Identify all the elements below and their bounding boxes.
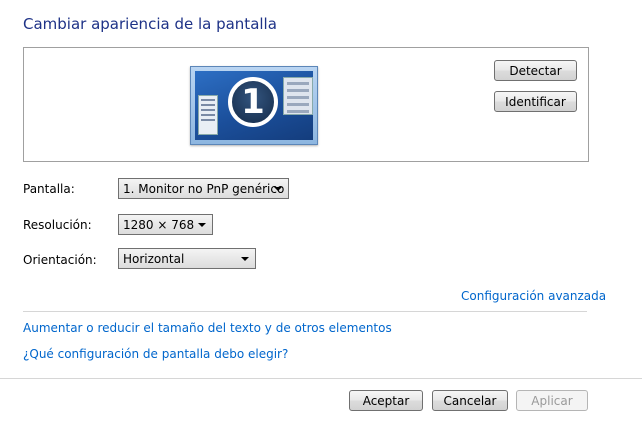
apply-button[interactable]: Aplicar: [516, 390, 588, 411]
display-select[interactable]: 1. Monitor no PnP genérico: [118, 178, 289, 199]
monitor-screen: 1: [195, 71, 313, 140]
display-label: Pantalla:: [23, 182, 75, 196]
display-select-value: 1. Monitor no PnP genérico: [123, 181, 285, 196]
chevron-down-icon: [241, 257, 249, 261]
orientation-select-value: Horizontal: [123, 251, 185, 266]
monitor-1-thumbnail[interactable]: 1: [190, 66, 318, 145]
cancel-button[interactable]: Cancelar: [432, 390, 508, 411]
footer-divider: [0, 378, 642, 379]
identify-button[interactable]: Identificar: [494, 91, 577, 112]
page-title: Cambiar apariencia de la pantalla: [23, 15, 277, 33]
text-size-link[interactable]: Aumentar o reducir el tamaño del texto y…: [23, 321, 392, 335]
which-settings-link[interactable]: ¿Qué configuración de pantalla debo eleg…: [23, 347, 288, 361]
detect-button[interactable]: Detectar: [494, 60, 577, 81]
window-thumbnail-left: [198, 95, 218, 135]
section-divider: [23, 311, 587, 312]
display-preview-panel: 1 Detectar Identificar: [23, 47, 589, 162]
chevron-down-icon: [274, 187, 282, 191]
monitor-number-badge: 1: [228, 77, 278, 127]
resolution-select-value: 1280 × 768: [123, 217, 195, 232]
chevron-down-icon: [198, 223, 206, 227]
advanced-settings-link[interactable]: Configuración avanzada: [461, 289, 606, 303]
resolution-label: Resolución:: [23, 218, 92, 232]
resolution-select[interactable]: 1280 × 768: [118, 214, 213, 235]
ok-button[interactable]: Aceptar: [349, 390, 423, 411]
window-thumbnail-right: [283, 77, 313, 115]
orientation-label: Orientación:: [23, 253, 97, 267]
orientation-select[interactable]: Horizontal: [118, 248, 256, 269]
